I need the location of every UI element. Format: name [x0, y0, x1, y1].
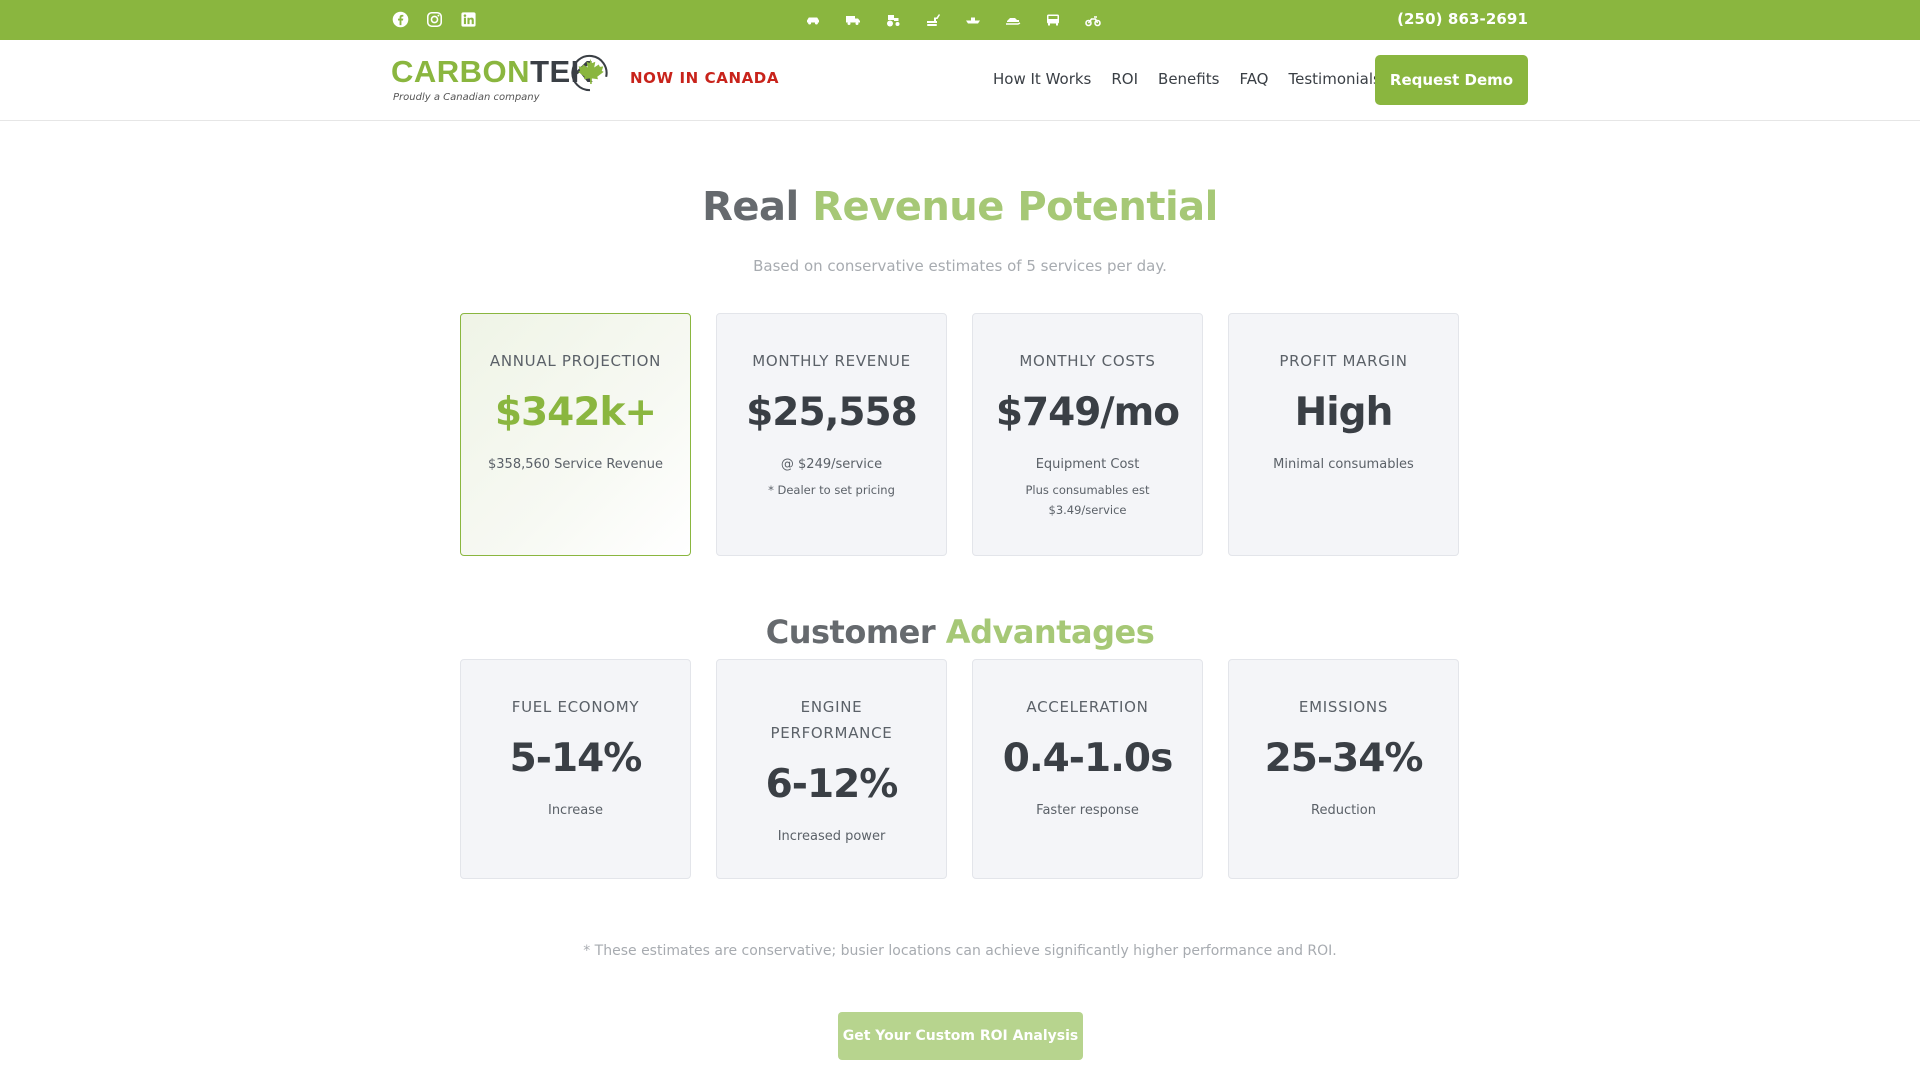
- boat-icon: [966, 17, 980, 24]
- card-description: Increased power: [777, 829, 886, 844]
- truck-icon: [846, 16, 860, 25]
- advantages-heading-plain: Customer: [765, 613, 936, 651]
- acceleration-card: ACCELERATION 0.4-1.0s Faster response: [972, 659, 1203, 879]
- bus-icon: [1047, 14, 1059, 26]
- carbontek-logo[interactable]: CARBONTEK Proudly a Canadian company: [391, 54, 611, 106]
- main-nav: How It Works ROI Benefits FAQ Testimonia…: [993, 70, 1381, 88]
- advantages-heading: Customer Advantages: [0, 613, 1920, 651]
- logo-wordmark: CARBONTEK: [391, 54, 594, 90]
- revenue-heading: Real Revenue Potential: [0, 184, 1920, 230]
- motorcycle-icon: [1085, 16, 1101, 27]
- card-description: Equipment Cost: [1035, 457, 1140, 472]
- nav-benefits[interactable]: Benefits: [1158, 70, 1219, 88]
- card-description: @ $249/service: [780, 457, 883, 472]
- advantages-heading-accent: Advantages: [945, 613, 1155, 651]
- card-description: Faster response: [1036, 803, 1139, 818]
- facebook-icon[interactable]: [392, 11, 409, 28]
- card-label: MONTHLY COSTS: [1019, 352, 1156, 370]
- advantages-cards: FUEL ECONOMY 5-14% Increase ENGINE PERFO…: [460, 659, 1459, 879]
- monthly-revenue-card: MONTHLY REVENUE $25,558 @ $249/service *…: [716, 313, 947, 556]
- instagram-icon[interactable]: [426, 11, 443, 28]
- linkedin-icon[interactable]: [460, 11, 477, 28]
- logo-tagline: Proudly a Canadian company: [393, 92, 540, 103]
- social-links: [392, 11, 477, 28]
- maple-leaf-icon: [571, 54, 608, 92]
- revenue-subtitle: Based on conservative estimates of 5 ser…: [753, 257, 1167, 275]
- card-label: ACCELERATION: [1026, 698, 1149, 716]
- nav-how-it-works[interactable]: How It Works: [993, 70, 1091, 88]
- card-label: EMISSIONS: [1298, 698, 1389, 716]
- card-label: ENGINE PERFORMANCE: [770, 698, 893, 742]
- profit-margin-card: PROFIT MARGIN High Minimal consumables: [1228, 313, 1459, 556]
- card-note: * Dealer to set pricing: [768, 483, 895, 497]
- card-value: 0.4-1.0s: [1002, 736, 1174, 781]
- engine-performance-card: ENGINE PERFORMANCE 6-12% Increased power: [716, 659, 947, 879]
- custom-roi-analysis-button[interactable]: Get Your Custom ROI Analysis: [838, 1012, 1083, 1060]
- card-description: $358,560 Service Revenue: [488, 457, 663, 472]
- card-value: High: [1294, 390, 1394, 435]
- snowmobile-icon: [1006, 18, 1021, 25]
- fuel-economy-card: FUEL ECONOMY 5-14% Increase: [460, 659, 691, 879]
- card-value: $342k+: [494, 390, 657, 435]
- card-label: PROFIT MARGIN: [1279, 352, 1408, 370]
- annual-projection-card: ANNUAL PROJECTION $342k+ $358,560 Servic…: [460, 313, 691, 556]
- card-value: $749/mo: [995, 390, 1180, 435]
- card-label: MONTHLY REVENUE: [752, 352, 911, 370]
- nav-roi[interactable]: ROI: [1111, 70, 1138, 88]
- phone-number[interactable]: (250) 863-2691: [1397, 10, 1528, 28]
- emissions-card: EMISSIONS 25-34% Reduction: [1228, 659, 1459, 879]
- nav-testimonials[interactable]: Testimonials: [1289, 70, 1381, 88]
- card-value: $25,558: [746, 390, 918, 435]
- revenue-cards: ANNUAL PROJECTION $342k+ $358,560 Servic…: [460, 313, 1459, 556]
- card-value: 5-14%: [509, 736, 643, 781]
- card-value: 25-34%: [1264, 736, 1424, 781]
- logo-wordmark-part1: CARBON: [391, 54, 531, 89]
- card-description: Reduction: [1311, 803, 1376, 818]
- car-icon: [807, 17, 819, 25]
- monthly-costs-card: MONTHLY COSTS $749/mo Equipment Cost Plu…: [972, 313, 1203, 556]
- card-note: Plus consumables est $3.49/service: [1025, 483, 1150, 517]
- card-label: FUEL ECONOMY: [511, 698, 640, 716]
- tractor-icon: [887, 15, 900, 27]
- revenue-heading-accent: Revenue Potential: [812, 184, 1218, 230]
- excavator-icon: [927, 14, 940, 26]
- nav-faq[interactable]: FAQ: [1239, 70, 1268, 88]
- request-demo-button[interactable]: Request Demo: [1375, 55, 1528, 105]
- vehicle-types: [805, 12, 1101, 28]
- top-bar: (250) 863-2691: [0, 0, 1920, 40]
- card-label: ANNUAL PROJECTION: [489, 352, 662, 370]
- card-description: Minimal consumables: [1273, 457, 1414, 472]
- card-value: 6-12%: [765, 762, 899, 807]
- now-in-canada-badge: NOW IN CANADA: [630, 69, 780, 87]
- site-header: CARBONTEK Proudly a Canadian company NOW…: [0, 40, 1920, 121]
- estimates-footnote: * These estimates are conservative; busi…: [583, 943, 1337, 959]
- card-description: Increase: [547, 803, 603, 818]
- revenue-heading-plain: Real: [702, 184, 799, 230]
